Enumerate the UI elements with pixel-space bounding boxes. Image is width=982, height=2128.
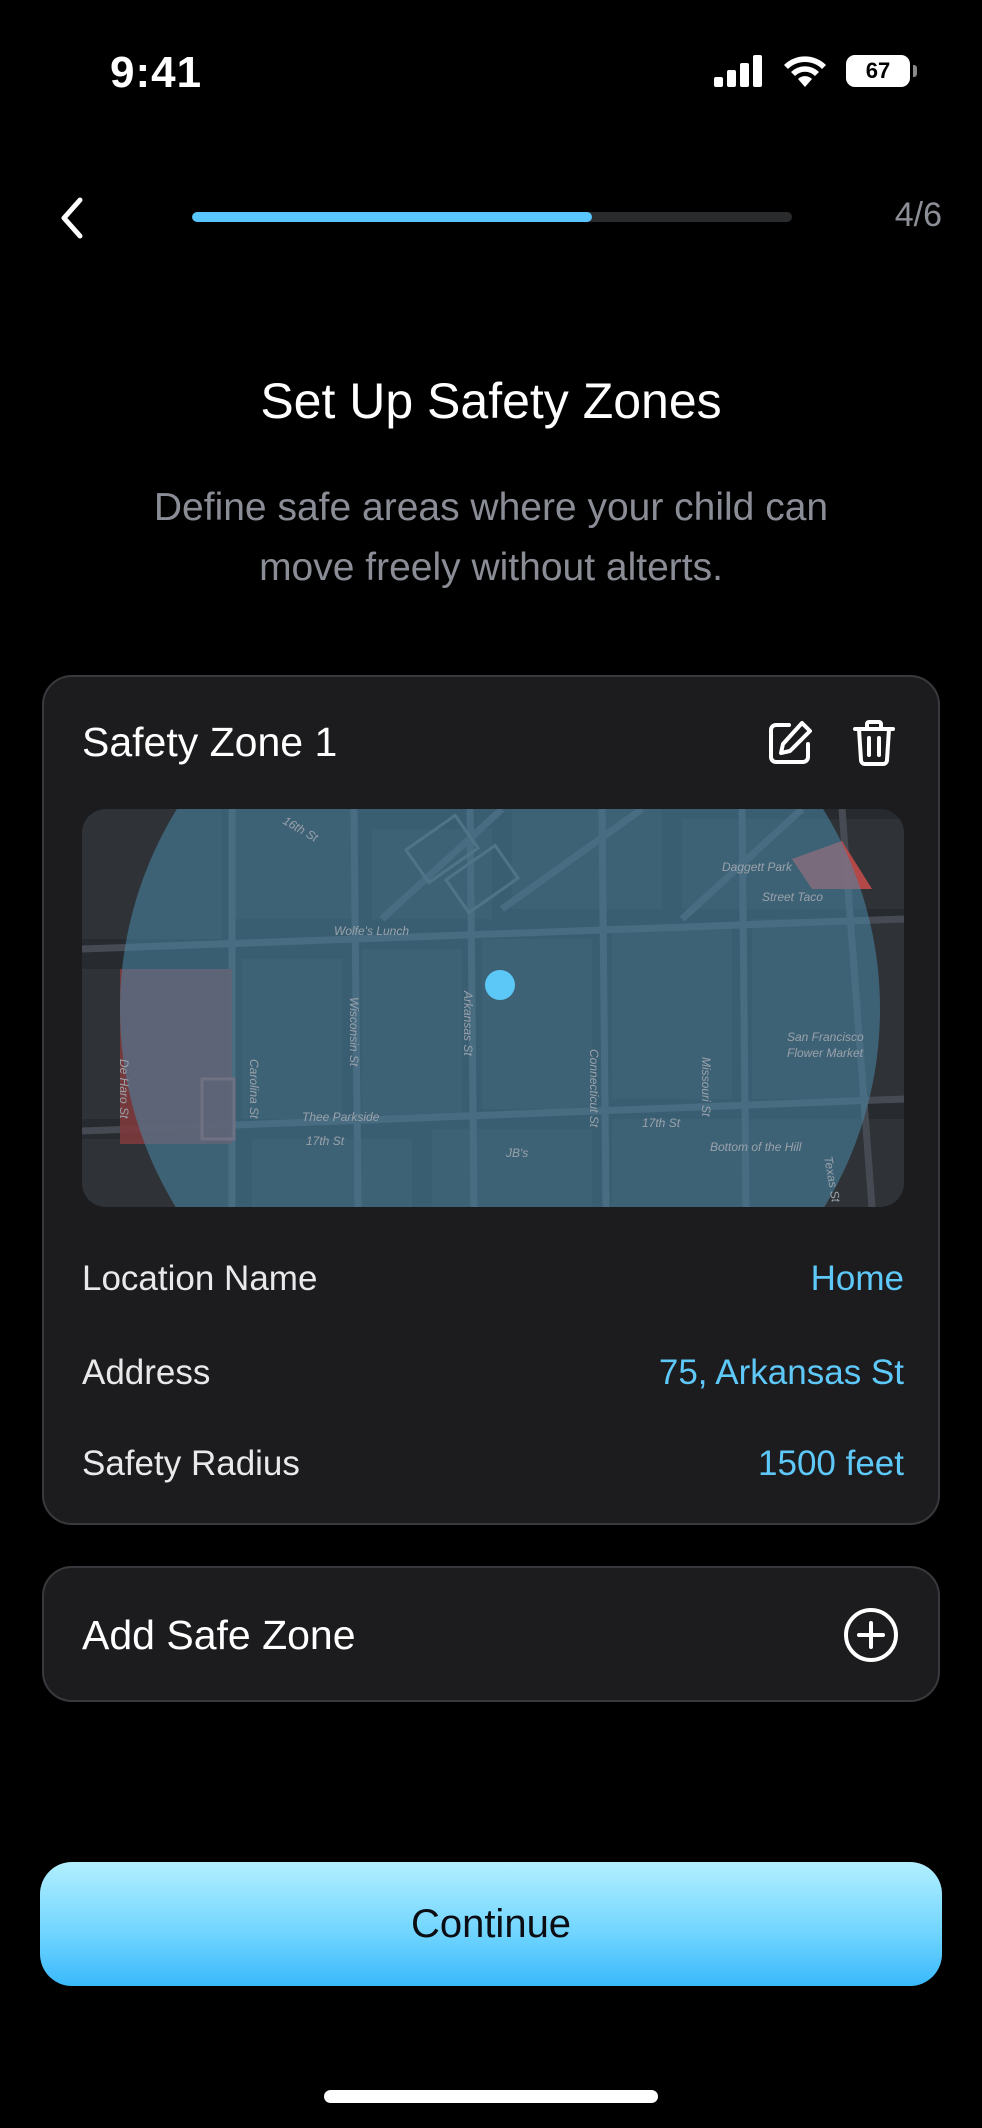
page-title: Set Up Safety Zones: [260, 373, 722, 429]
map-label-daggett-park: Daggett Park: [722, 860, 793, 874]
safety-radius-value: 1500 feet: [758, 1444, 904, 1483]
location-name-value: Home: [810, 1259, 904, 1298]
map-label-missouri-st: Missouri St: [699, 1057, 713, 1117]
safety-radius-row[interactable]: Safety Radius 1500 feet: [82, 1444, 904, 1484]
back-button[interactable]: [44, 190, 100, 246]
address-label: Address: [82, 1353, 211, 1392]
progress-bar: [192, 212, 792, 222]
progress-fill: [192, 212, 593, 222]
battery-icon: 67: [846, 55, 917, 87]
wifi-icon: [784, 56, 826, 87]
zone-title: Safety Zone 1: [82, 719, 338, 765]
status-icons: 67: [714, 54, 917, 88]
edit-icon: [769, 721, 812, 764]
battery-level: 67: [865, 58, 891, 83]
map-label-wisconsin-st: Wisconsin St: [347, 997, 361, 1067]
delete-zone-button[interactable]: [846, 715, 902, 771]
address-value: 75, Arkansas St: [658, 1353, 904, 1392]
map-label-jbs: JB's: [505, 1146, 528, 1160]
status-time: 9:41: [110, 48, 203, 97]
status-bar: 9:41 67: [0, 0, 982, 150]
safety-radius-label: Safety Radius: [82, 1444, 300, 1483]
home-indicator: [324, 2090, 658, 2103]
map-label-flower-market-2: Flower Market: [787, 1046, 864, 1060]
continue-button[interactable]: Continue: [40, 1862, 942, 1986]
map-label-17th-st-left: 17th St: [306, 1134, 345, 1148]
map-label-arkansas-st: Arkansas St: [461, 990, 475, 1056]
map-canvas: 16th St Daggett Park Street Taco Wolfe's…: [82, 809, 904, 1207]
map-label-bottom-of-the-hill: Bottom of the Hill: [710, 1140, 802, 1154]
map-label-17th-st-right: 17th St: [642, 1116, 681, 1130]
add-safe-zone-label: Add Safe Zone: [82, 1612, 356, 1658]
map-label-flower-market-1: San Francisco: [787, 1030, 864, 1044]
plus-circle-icon: [844, 1608, 898, 1662]
step-counter: 4/6: [894, 196, 942, 234]
map-label-connecticut-st: Connecticut St: [587, 1049, 601, 1128]
page-subtitle: Define safe areas where your child can m…: [153, 486, 829, 589]
location-name-row[interactable]: Location Name Home: [82, 1259, 904, 1299]
add-safe-zone-button[interactable]: Add Safe Zone: [42, 1566, 940, 1702]
zone-map[interactable]: 16th St Daggett Park Street Taco Wolfe's…: [82, 809, 904, 1207]
trash-icon: [853, 720, 895, 766]
edit-zone-button[interactable]: [762, 715, 818, 771]
map-label-de-haro-st: De Haro St: [117, 1059, 131, 1119]
map-label-carolina-st: Carolina St: [247, 1059, 261, 1119]
map-label-wolfes-lunch: Wolfe's Lunch: [334, 924, 409, 938]
map-label-thee-parkside: Thee Parkside: [302, 1110, 380, 1124]
map-label-street-taco: Street Taco: [762, 890, 823, 904]
location-name-label: Location Name: [82, 1259, 318, 1298]
chevron-left-icon: [61, 197, 83, 239]
safety-zone-card: Safety Zone 1 16th St Daggett Park Stree…: [42, 675, 940, 1525]
signal-icon: [714, 55, 762, 87]
screen: 9:41 67 4/6 Set Up Safety Zones Define s…: [0, 0, 982, 2128]
address-row[interactable]: Address 75, Arkansas St: [82, 1353, 904, 1393]
